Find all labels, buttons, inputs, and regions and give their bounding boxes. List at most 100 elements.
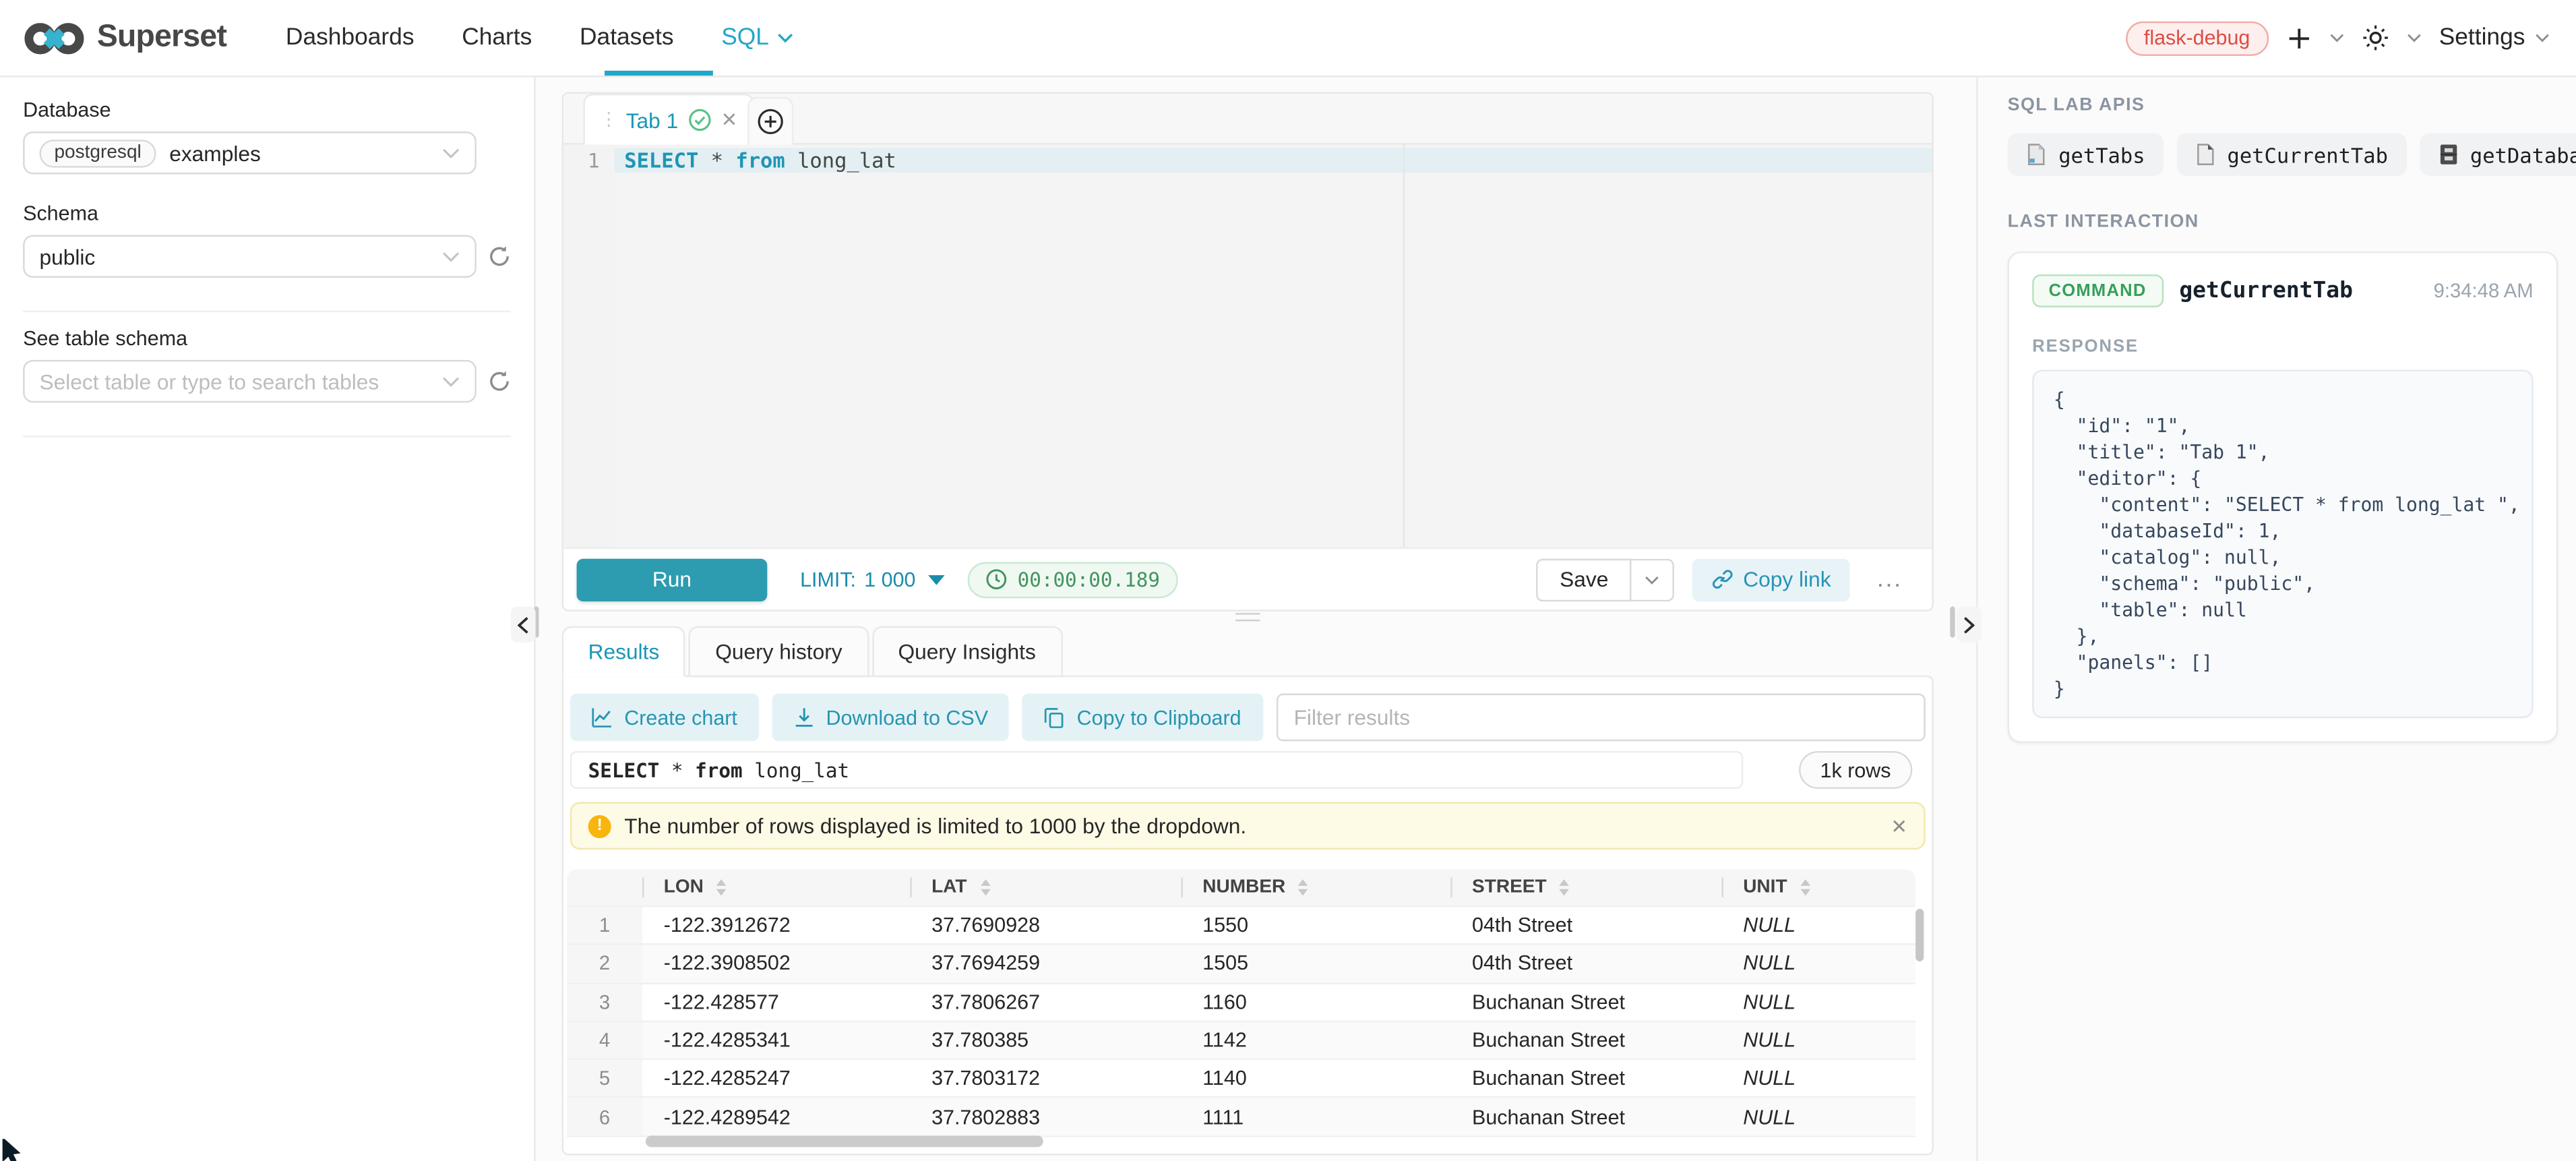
sort-icon[interactable] xyxy=(980,880,990,895)
theme-menu-chevron-icon[interactable] xyxy=(2406,33,2421,43)
page-icon xyxy=(2025,143,2047,166)
timer-value: 00:00:00.189 xyxy=(1018,568,1160,591)
tab-query-insights[interactable]: Query Insights xyxy=(872,626,1062,678)
plus-menu-chevron-icon[interactable] xyxy=(2329,33,2343,43)
api-buttons: getTabs getCurrentTab getDatabases xyxy=(2008,133,2547,175)
table-row[interactable]: 6 -122.4289542 37.7802883 1111 Buchanan … xyxy=(567,1097,1915,1135)
api-panel-title: SQL LAB APIS xyxy=(2008,95,2547,115)
nav-charts[interactable]: Charts xyxy=(462,25,532,51)
line-number: 1 xyxy=(563,145,615,174)
superset-logo[interactable]: Superset xyxy=(23,18,226,59)
chevron-down-icon xyxy=(442,147,460,158)
row-number: 1 xyxy=(567,907,642,944)
superset-infinity-icon xyxy=(23,18,86,59)
panel-resize-handle[interactable] xyxy=(1235,613,1260,621)
sql-code-editor[interactable]: 1 SELECT * from long_lat xyxy=(563,145,1932,547)
get-tabs-button[interactable]: getTabs xyxy=(2008,133,2164,175)
collapse-left-panel-button[interactable] xyxy=(511,606,536,643)
cabinet-icon-button[interactable]: getDatabases xyxy=(2419,133,2576,175)
command-name: getCurrentTab xyxy=(2179,278,2353,304)
more-actions-button[interactable]: ... xyxy=(1877,566,1903,593)
save-button[interactable]: Save xyxy=(1537,558,1631,601)
sort-icon[interactable] xyxy=(1560,880,1570,895)
sql-lab-page: Superset Dashboards Charts Datasets SQL … xyxy=(0,0,2576,1161)
sql-code-line: SELECT * from long_lat xyxy=(624,150,896,173)
vertical-scrollbar[interactable] xyxy=(1915,909,1924,961)
refresh-tables-icon[interactable] xyxy=(488,369,511,392)
editor-gutter: 1 xyxy=(563,145,615,547)
executed-query-row: SELECT * from long_lat 1k rows xyxy=(570,751,1926,789)
plus-circle-icon xyxy=(758,109,784,135)
horizontal-scrollbar-thumb[interactable] xyxy=(646,1135,1043,1147)
get-current-tab-button[interactable]: getCurrentTab xyxy=(2176,133,2406,175)
nav-sql[interactable]: SQL xyxy=(721,25,793,51)
results-actions: Create chart Download to CSV Copy to Cli… xyxy=(570,694,1926,742)
settings-chevron-icon xyxy=(2535,33,2550,43)
column-header-street[interactable]: STREET xyxy=(1450,869,1721,905)
page-icon xyxy=(2195,143,2216,166)
active-nav-underline xyxy=(605,71,713,76)
close-warning-icon[interactable]: ✕ xyxy=(1891,814,1907,837)
sort-icon[interactable] xyxy=(1299,880,1309,895)
row-number: 5 xyxy=(567,1061,642,1097)
add-tab-button[interactable] xyxy=(747,97,793,145)
settings-menu[interactable]: Settings xyxy=(2439,25,2550,51)
close-tab-icon[interactable]: ✕ xyxy=(721,109,738,131)
plus-icon[interactable] xyxy=(2286,26,2311,51)
tab-results[interactable]: Results xyxy=(562,626,686,678)
theme-sun-icon[interactable] xyxy=(2362,25,2388,51)
clock-icon xyxy=(986,568,1008,590)
top-navbar: Superset Dashboards Charts Datasets SQL … xyxy=(0,0,2576,78)
row-number: 6 xyxy=(567,1098,642,1135)
drag-grip-icon[interactable]: ⋮ xyxy=(600,111,616,129)
filter-results-input[interactable] xyxy=(1276,694,1926,742)
limit-dropdown[interactable]: LIMIT: 1 000 xyxy=(800,568,945,591)
chevron-down-icon xyxy=(1645,574,1659,585)
table-row[interactable]: 5 -122.4285247 37.7803172 1140 Buchanan … xyxy=(567,1059,1915,1097)
column-header-unit[interactable]: UNIT xyxy=(1722,869,1913,905)
right-splitter-thumb[interactable] xyxy=(1950,606,1955,637)
table-row[interactable]: 1 -122.3912672 37.7690928 1550 04th Stre… xyxy=(567,905,1915,944)
table-row[interactable]: 3 -122.428577 37.7806267 1160 Buchanan S… xyxy=(567,982,1915,1021)
table-row[interactable]: 2 -122.3908502 37.7694259 1505 04th Stre… xyxy=(567,944,1915,982)
copy-clipboard-button[interactable]: Copy to Clipboard xyxy=(1022,694,1262,742)
row-number: 3 xyxy=(567,984,642,1020)
main-nav: Dashboards Charts Datasets SQL xyxy=(286,25,794,51)
column-header-lat[interactable]: LAT xyxy=(910,869,1181,905)
database-dialect-tag: postgresql xyxy=(40,139,156,167)
nav-dashboards[interactable]: Dashboards xyxy=(286,25,415,51)
sort-icon[interactable] xyxy=(716,880,727,895)
schema-select[interactable]: public xyxy=(23,235,477,278)
editor-tabbar: ⋮ Tab 1 ✕ xyxy=(563,94,1932,145)
nav-datasets[interactable]: Datasets xyxy=(580,25,674,51)
refresh-schemas-icon[interactable] xyxy=(488,245,511,268)
table-schema-label: See table schema xyxy=(23,327,511,350)
table-select[interactable]: Select table or type to search tables xyxy=(23,360,477,403)
results-table-body: 1 -122.3912672 37.7690928 1550 04th Stre… xyxy=(567,905,1915,1135)
editor-tab[interactable]: ⋮ Tab 1 ✕ xyxy=(583,94,754,145)
chevron-right-icon xyxy=(1963,616,1975,634)
database-label: Database xyxy=(23,98,511,121)
horizontal-scrollbar[interactable] xyxy=(567,1135,1915,1149)
chart-icon xyxy=(592,707,613,728)
sort-icon[interactable] xyxy=(1800,880,1810,895)
run-button[interactable]: Run xyxy=(577,558,768,601)
download-csv-button[interactable]: Download to CSV xyxy=(772,694,1010,742)
row-limit-warning: ! The number of rows displayed is limite… xyxy=(570,802,1926,850)
collapse-right-panel-button[interactable] xyxy=(1957,606,1982,643)
copy-link-button[interactable]: Copy link xyxy=(1692,558,1851,601)
database-select[interactable]: postgresql examples xyxy=(23,131,477,174)
file-cabinet-icon xyxy=(2437,143,2459,166)
create-chart-button[interactable]: Create chart xyxy=(570,694,759,742)
tab-query-history[interactable]: Query history xyxy=(689,626,868,678)
schema-label: Schema xyxy=(23,202,511,225)
column-header-lon[interactable]: LON xyxy=(642,869,910,905)
column-header-number[interactable]: NUMBER xyxy=(1182,869,1451,905)
caret-down-icon xyxy=(929,574,945,585)
link-icon xyxy=(1712,568,1734,590)
save-options-chevron[interactable] xyxy=(1631,558,1674,601)
schema-value: public xyxy=(40,244,96,269)
last-interaction-title: LAST INTERACTION xyxy=(2008,212,2547,231)
results-tabbar: Results Query history Query Insights xyxy=(562,626,1062,678)
table-row[interactable]: 4 -122.4285341 37.780385 1142 Buchanan S… xyxy=(567,1020,1915,1059)
